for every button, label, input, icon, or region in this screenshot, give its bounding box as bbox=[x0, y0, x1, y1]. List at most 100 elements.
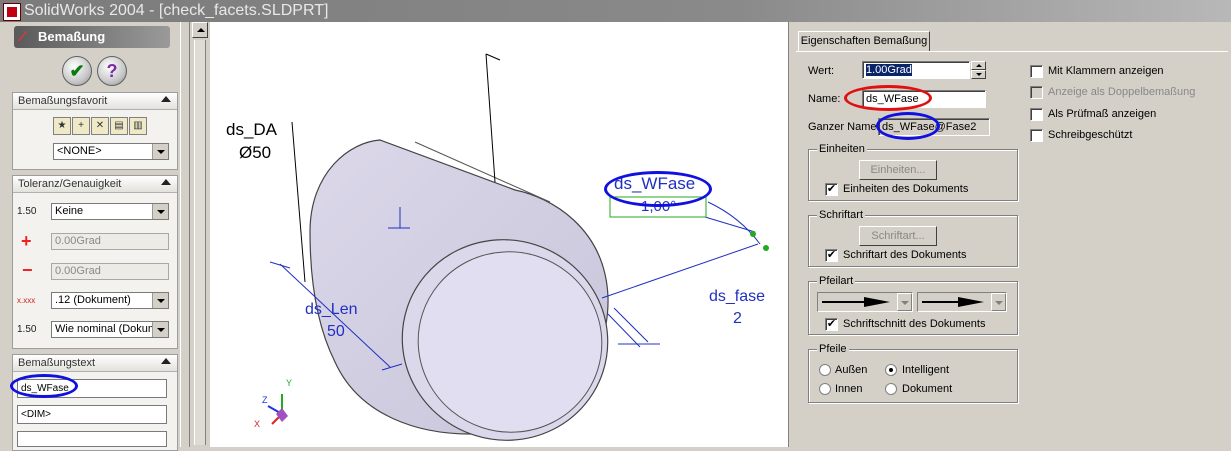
collapse-icon[interactable] bbox=[161, 179, 171, 185]
tab-panel: Wert: 1.00Grad Name: ds_WFase Ganzer Nam… bbox=[796, 51, 1228, 448]
dimtext-group-header[interactable]: Bemaßungstext bbox=[13, 355, 177, 372]
save-favorite-icon[interactable]: ▤ bbox=[110, 117, 128, 135]
minus-tolerance-input[interactable]: 0.00Grad bbox=[51, 263, 169, 280]
chevron-down-icon[interactable] bbox=[152, 293, 168, 308]
collapse-icon[interactable] bbox=[161, 358, 171, 364]
tolerance-type-select[interactable]: Keine bbox=[51, 203, 169, 220]
dimtext-title: Bemaßungstext bbox=[18, 357, 96, 369]
add-favorite-icon[interactable]: + bbox=[72, 117, 90, 135]
schriftart-checkbox[interactable]: ✔ bbox=[825, 249, 838, 262]
graphics-area[interactable]: ds_DA Ø50 ds_Len 50 ds_WFase 1,00° ds_fa… bbox=[210, 22, 788, 447]
dim-da-name-label[interactable]: ds_DA bbox=[226, 121, 277, 138]
schreib-checkbox[interactable] bbox=[1030, 129, 1043, 142]
tolerance-type-icon: 1.50 bbox=[17, 206, 37, 217]
radio-intelligent-label: Intelligent bbox=[902, 364, 950, 376]
dim-fase-value-label[interactable]: 2 bbox=[733, 311, 742, 327]
precision-value: .12 (Dokument) bbox=[55, 294, 131, 306]
title-bar: SolidWorks 2004 - [check_facets.SLDPRT] bbox=[0, 0, 1231, 22]
plus-tolerance-input[interactable]: 0.00Grad bbox=[51, 233, 169, 250]
dim-da-leader2 bbox=[485, 53, 496, 183]
dim-len-value-label[interactable]: 50 bbox=[327, 324, 345, 340]
arrow-right-icon bbox=[822, 297, 890, 307]
schriftart-button[interactable]: Schriftart... bbox=[859, 226, 937, 246]
help-button[interactable]: ? bbox=[97, 56, 127, 86]
vertical-scrollbar[interactable] bbox=[192, 22, 208, 447]
schriftart-group: Schriftart Schriftart... ✔ Schriftart de… bbox=[808, 209, 1018, 267]
apply-favorite-icon[interactable]: ★ bbox=[53, 117, 71, 135]
doppel-checkbox bbox=[1030, 86, 1043, 99]
scroll-up-icon[interactable] bbox=[192, 22, 208, 38]
wert-spinner[interactable] bbox=[971, 61, 986, 79]
arrow-style-1-select[interactable] bbox=[817, 292, 913, 312]
tab-dimension-properties[interactable]: Eigenschaften Bemaßung bbox=[798, 31, 930, 51]
tolerance-precision-select[interactable]: Wie nominal (Dokument) bbox=[51, 321, 169, 338]
dim-len-name-label[interactable]: ds_Len bbox=[305, 302, 358, 318]
wert-input[interactable]: 1.00Grad bbox=[862, 61, 970, 79]
radio-innen[interactable] bbox=[819, 383, 831, 395]
wert-label: Wert: bbox=[808, 65, 835, 77]
tolerance-group-header[interactable]: Toleranz/Genauigkeit bbox=[13, 176, 177, 193]
wert-input-value: 1.00Grad bbox=[866, 64, 912, 76]
schriftschnitt-checkbox[interactable]: ✔ bbox=[825, 318, 838, 331]
load-favorite-icon[interactable]: ▥ bbox=[129, 117, 147, 135]
arrow-right-icon bbox=[922, 297, 984, 307]
radio-intelligent[interactable] bbox=[885, 364, 897, 376]
klammern-checkbox[interactable] bbox=[1030, 65, 1043, 78]
blue-highlight-ellipse bbox=[876, 112, 940, 140]
favorite-select[interactable]: <NONE> bbox=[53, 143, 169, 160]
chevron-down-icon[interactable] bbox=[897, 293, 912, 311]
spin-down-icon[interactable] bbox=[971, 70, 986, 79]
triad-x-label: X bbox=[254, 419, 261, 429]
arrow-style-2-select[interactable] bbox=[917, 292, 1007, 312]
handle-point bbox=[763, 245, 769, 251]
tolerance-type-value: Keine bbox=[55, 205, 84, 217]
pfeilart-group: Pfeilart ✔ Schriftschnitt des Dokuments bbox=[808, 275, 1018, 335]
plus-icon: + bbox=[21, 231, 32, 251]
spin-up-icon[interactable] bbox=[971, 61, 986, 70]
panel-splitter[interactable] bbox=[180, 22, 190, 447]
chevron-down-icon[interactable] bbox=[152, 322, 168, 337]
tolerance-title: Toleranz/Genauigkeit bbox=[18, 178, 122, 190]
schriftart-title: Schriftart bbox=[817, 209, 866, 222]
dimtext-group: Bemaßungstext ds_WFase <DIM> bbox=[12, 354, 178, 451]
delete-favorite-icon[interactable]: ✕ bbox=[91, 117, 109, 135]
radio-dokument[interactable] bbox=[885, 383, 897, 395]
precision-select[interactable]: .12 (Dokument) bbox=[51, 292, 169, 309]
chevron-down-icon[interactable] bbox=[152, 144, 168, 159]
schriftschnitt-check-label: Schriftschnitt des Dokuments bbox=[843, 318, 986, 330]
pruef-checkbox[interactable] bbox=[1030, 108, 1043, 121]
dimension-properties-dialog: Eigenschaften Bemaßung Wert: 1.00Grad Na… bbox=[794, 22, 1231, 447]
scroll-track[interactable] bbox=[194, 40, 206, 445]
dim-fase-name-label[interactable]: ds_fase bbox=[709, 289, 765, 305]
dimension-icon: ⟋ bbox=[18, 29, 28, 44]
chevron-down-icon[interactable] bbox=[991, 293, 1006, 311]
einheiten-button[interactable]: Einheiten... bbox=[859, 160, 937, 180]
fullname-label: Ganzer Name: bbox=[808, 121, 880, 133]
dimtext-line2-input[interactable]: <DIM> bbox=[17, 405, 167, 424]
einheiten-group: Einheiten Einheiten... ✔ Einheiten des D… bbox=[808, 143, 1018, 201]
einheiten-title: Einheiten bbox=[817, 143, 867, 156]
dim-da-value-label[interactable]: Ø50 bbox=[239, 144, 271, 161]
radio-innen-label: Innen bbox=[835, 383, 863, 395]
collapse-icon[interactable] bbox=[161, 96, 171, 102]
einheiten-checkbox[interactable]: ✔ bbox=[825, 183, 838, 196]
minus-icon: − bbox=[22, 260, 33, 280]
chevron-down-icon[interactable] bbox=[152, 204, 168, 219]
doppel-label: Anzeige als Doppelbemaßung bbox=[1048, 86, 1196, 98]
property-manager: ⟋ Bemaßung ✔ ? Bemaßungsfavorit ★ + ✕ ▤ … bbox=[0, 22, 180, 451]
schriftart-check-label: Schriftart des Dokuments bbox=[843, 249, 967, 261]
klammern-label: Mit Klammern anzeigen bbox=[1048, 65, 1164, 77]
name-label: Name: bbox=[808, 93, 841, 105]
favorite-select-value: <NONE> bbox=[57, 145, 102, 157]
solidworks-logo-icon[interactable] bbox=[3, 3, 21, 21]
dimtext-line3-input[interactable] bbox=[17, 431, 167, 447]
window-title: SolidWorks 2004 - [check_facets.SLDPRT] bbox=[24, 2, 329, 19]
dim-da-leader bbox=[291, 121, 306, 283]
pm-header: ⟋ Bemaßung bbox=[14, 26, 170, 48]
ok-button[interactable]: ✔ bbox=[62, 56, 92, 86]
blue-highlight-ellipse bbox=[10, 374, 78, 398]
favorites-group-header[interactable]: Bemaßungsfavorit bbox=[13, 93, 177, 110]
radio-aussen[interactable] bbox=[819, 364, 831, 376]
handle-point bbox=[750, 231, 756, 237]
red-highlight-ellipse bbox=[844, 85, 932, 111]
